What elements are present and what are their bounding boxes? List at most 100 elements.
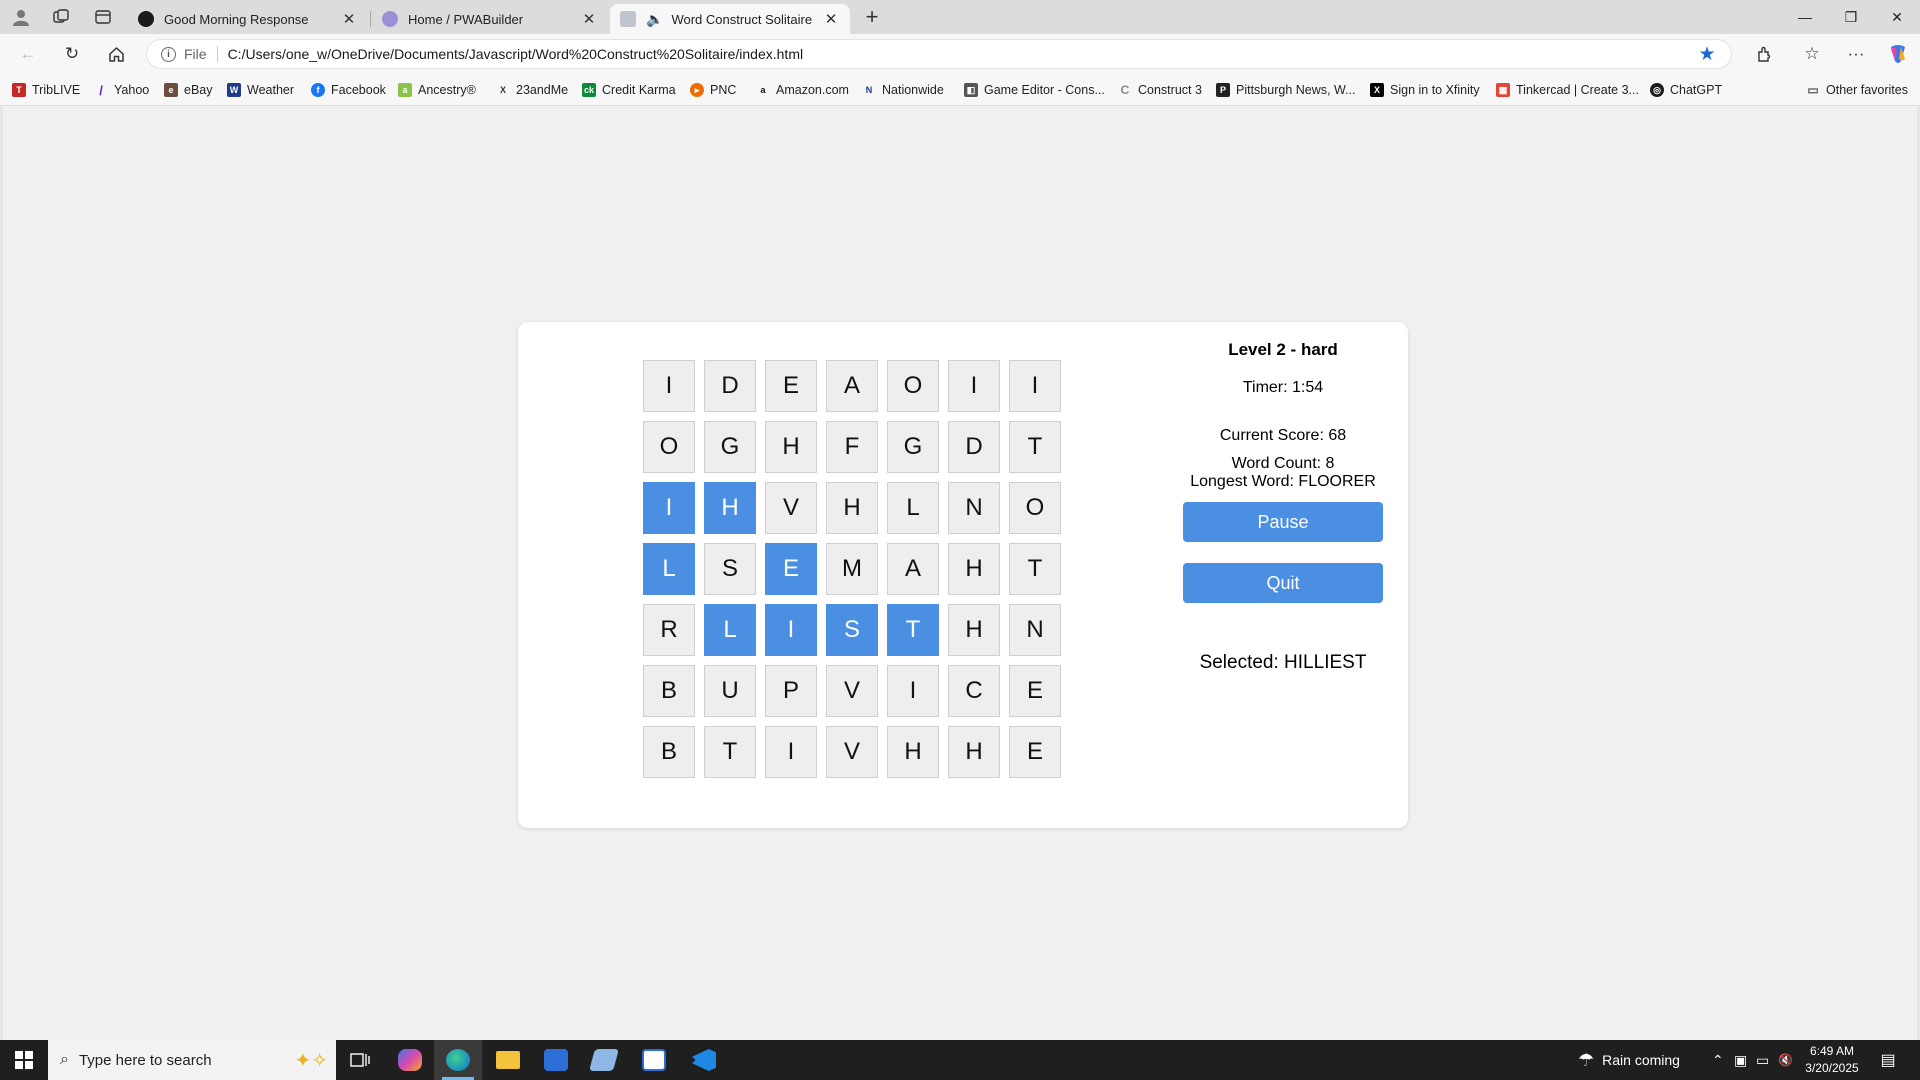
- favorite-game-editor[interactable]: ◧ Game Editor - Cons...: [964, 80, 1105, 100]
- letter-tile[interactable]: E: [765, 360, 817, 412]
- favorite-construct3[interactable]: C Construct 3: [1118, 80, 1202, 100]
- meet-now-icon[interactable]: ▣: [1734, 1040, 1747, 1080]
- letter-tile[interactable]: T: [704, 726, 756, 778]
- letter-tile[interactable]: E: [1009, 726, 1061, 778]
- close-icon[interactable]: ✕: [340, 10, 358, 28]
- favorite-yahoo[interactable]: / Yahoo: [94, 80, 149, 100]
- favorite-xfinity[interactable]: X Sign in to Xfinity: [1370, 80, 1480, 100]
- letter-tile[interactable]: H: [948, 543, 1000, 595]
- favorite-pnc[interactable]: ▸ PNC: [690, 80, 736, 100]
- letter-tile[interactable]: I: [643, 482, 695, 534]
- letter-tile[interactable]: H: [826, 482, 878, 534]
- close-icon[interactable]: ✕: [580, 10, 598, 28]
- taskbar-edge[interactable]: [434, 1040, 482, 1080]
- extensions-icon[interactable]: [1750, 41, 1778, 67]
- letter-tile[interactable]: I: [887, 665, 939, 717]
- letter-tile[interactable]: I: [765, 726, 817, 778]
- notifications-icon[interactable]: ▤: [1876, 1048, 1900, 1072]
- letter-tile[interactable]: A: [887, 543, 939, 595]
- tab-word-construct[interactable]: 🔈 Word Construct Solitaire ✕: [610, 4, 850, 34]
- letter-tile[interactable]: H: [948, 726, 1000, 778]
- letter-tile[interactable]: O: [887, 360, 939, 412]
- letter-tile[interactable]: I: [1009, 360, 1061, 412]
- favorites-icon[interactable]: ☆: [1798, 41, 1826, 67]
- system-clock[interactable]: 6:49 AM 3/20/2025: [1796, 1043, 1868, 1077]
- favorite-facebook[interactable]: f Facebook: [311, 80, 386, 100]
- letter-tile[interactable]: S: [826, 604, 878, 656]
- taskbar-search[interactable]: ⌕ Type here to search ✦✧: [48, 1040, 336, 1080]
- tab-good-morning[interactable]: Good Morning Response ✕: [128, 4, 368, 34]
- letter-tile[interactable]: H: [887, 726, 939, 778]
- address-bar[interactable]: i File C:/Users/one_w/OneDrive/Documents…: [146, 39, 1732, 69]
- favorite-ebay[interactable]: e eBay: [164, 80, 213, 100]
- letter-tile[interactable]: G: [887, 421, 939, 473]
- weather-widget[interactable]: ☂ Rain coming: [1578, 1040, 1680, 1080]
- vertical-tabs-icon[interactable]: [90, 6, 116, 28]
- letter-tile[interactable]: N: [1009, 604, 1061, 656]
- taskbar-vscode[interactable]: [680, 1040, 728, 1080]
- letter-tile[interactable]: H: [704, 482, 756, 534]
- letter-tile[interactable]: L: [643, 543, 695, 595]
- favorite-amazon[interactable]: a Amazon.com: [756, 80, 848, 100]
- letter-tile[interactable]: B: [643, 726, 695, 778]
- letter-tile[interactable]: V: [765, 482, 817, 534]
- back-button[interactable]: ←: [14, 41, 42, 67]
- favorite-pittsburgh-news[interactable]: P Pittsburgh News, W...: [1216, 80, 1355, 100]
- favorite-credit-karma[interactable]: ck Credit Karma: [582, 80, 676, 100]
- favorite-weather[interactable]: W Weather: [227, 80, 294, 100]
- url-text[interactable]: C:/Users/one_w/OneDrive/Documents/Javasc…: [228, 46, 1695, 62]
- letter-tile[interactable]: N: [948, 482, 1000, 534]
- letter-tile[interactable]: C: [948, 665, 1000, 717]
- letter-tile[interactable]: H: [765, 421, 817, 473]
- volume-icon[interactable]: 🔇: [1778, 1040, 1793, 1080]
- workspaces-icon[interactable]: [48, 6, 74, 28]
- letter-tile[interactable]: S: [704, 543, 756, 595]
- favorite-star-icon[interactable]: ★: [1695, 43, 1719, 66]
- letter-tile[interactable]: I: [643, 360, 695, 412]
- refresh-button[interactable]: ↻: [58, 41, 86, 67]
- letter-tile[interactable]: T: [887, 604, 939, 656]
- quit-button[interactable]: Quit: [1183, 563, 1383, 603]
- favorite-triblive[interactable]: T TribLIVE: [12, 80, 80, 100]
- profile-icon[interactable]: [8, 6, 34, 28]
- favorite-ancestry[interactable]: a Ancestry®: [398, 80, 476, 100]
- letter-tile[interactable]: V: [826, 665, 878, 717]
- letter-tile[interactable]: L: [704, 604, 756, 656]
- letter-tile[interactable]: I: [765, 604, 817, 656]
- network-icon[interactable]: ▭: [1756, 1040, 1769, 1080]
- favorite-chatgpt[interactable]: ◎ ChatGPT: [1650, 80, 1722, 100]
- favorite-23andme[interactable]: X 23andMe: [496, 80, 568, 100]
- hidden-icons-button[interactable]: ⌃: [1712, 1040, 1724, 1080]
- close-icon[interactable]: ✕: [822, 10, 840, 28]
- tab-pwabuilder[interactable]: Home / PWABuilder ✕: [372, 4, 608, 34]
- letter-tile[interactable]: B: [643, 665, 695, 717]
- letter-tile[interactable]: V: [826, 726, 878, 778]
- taskbar-solitaire[interactable]: [630, 1040, 678, 1080]
- letter-tile[interactable]: G: [704, 421, 756, 473]
- letter-tile[interactable]: E: [1009, 665, 1061, 717]
- taskbar-copilot[interactable]: [386, 1040, 434, 1080]
- copilot-icon[interactable]: [1884, 41, 1912, 67]
- letter-tile[interactable]: I: [948, 360, 1000, 412]
- more-menu-icon[interactable]: ···: [1842, 41, 1870, 67]
- restore-button[interactable]: ❐: [1828, 0, 1874, 34]
- letter-tile[interactable]: D: [948, 421, 1000, 473]
- letter-tile[interactable]: U: [704, 665, 756, 717]
- letter-tile[interactable]: T: [1009, 421, 1061, 473]
- letter-tile[interactable]: O: [1009, 482, 1061, 534]
- favorite-tinkercad[interactable]: ▦ Tinkercad | Create 3...: [1496, 80, 1639, 100]
- letter-tile[interactable]: A: [826, 360, 878, 412]
- taskbar-app-blue[interactable]: [580, 1040, 628, 1080]
- other-favorites[interactable]: ▭ Other favorites: [1806, 80, 1908, 100]
- audio-playing-icon[interactable]: 🔈: [646, 11, 663, 28]
- letter-tile[interactable]: R: [643, 604, 695, 656]
- favorite-nationwide[interactable]: N Nationwide: [862, 80, 944, 100]
- letter-tile[interactable]: P: [765, 665, 817, 717]
- letter-tile[interactable]: E: [765, 543, 817, 595]
- letter-tile[interactable]: T: [1009, 543, 1061, 595]
- letter-tile[interactable]: O: [643, 421, 695, 473]
- task-view-button[interactable]: [336, 1040, 384, 1080]
- pause-button[interactable]: Pause: [1183, 502, 1383, 542]
- home-button[interactable]: [102, 41, 130, 67]
- start-button[interactable]: [0, 1040, 48, 1080]
